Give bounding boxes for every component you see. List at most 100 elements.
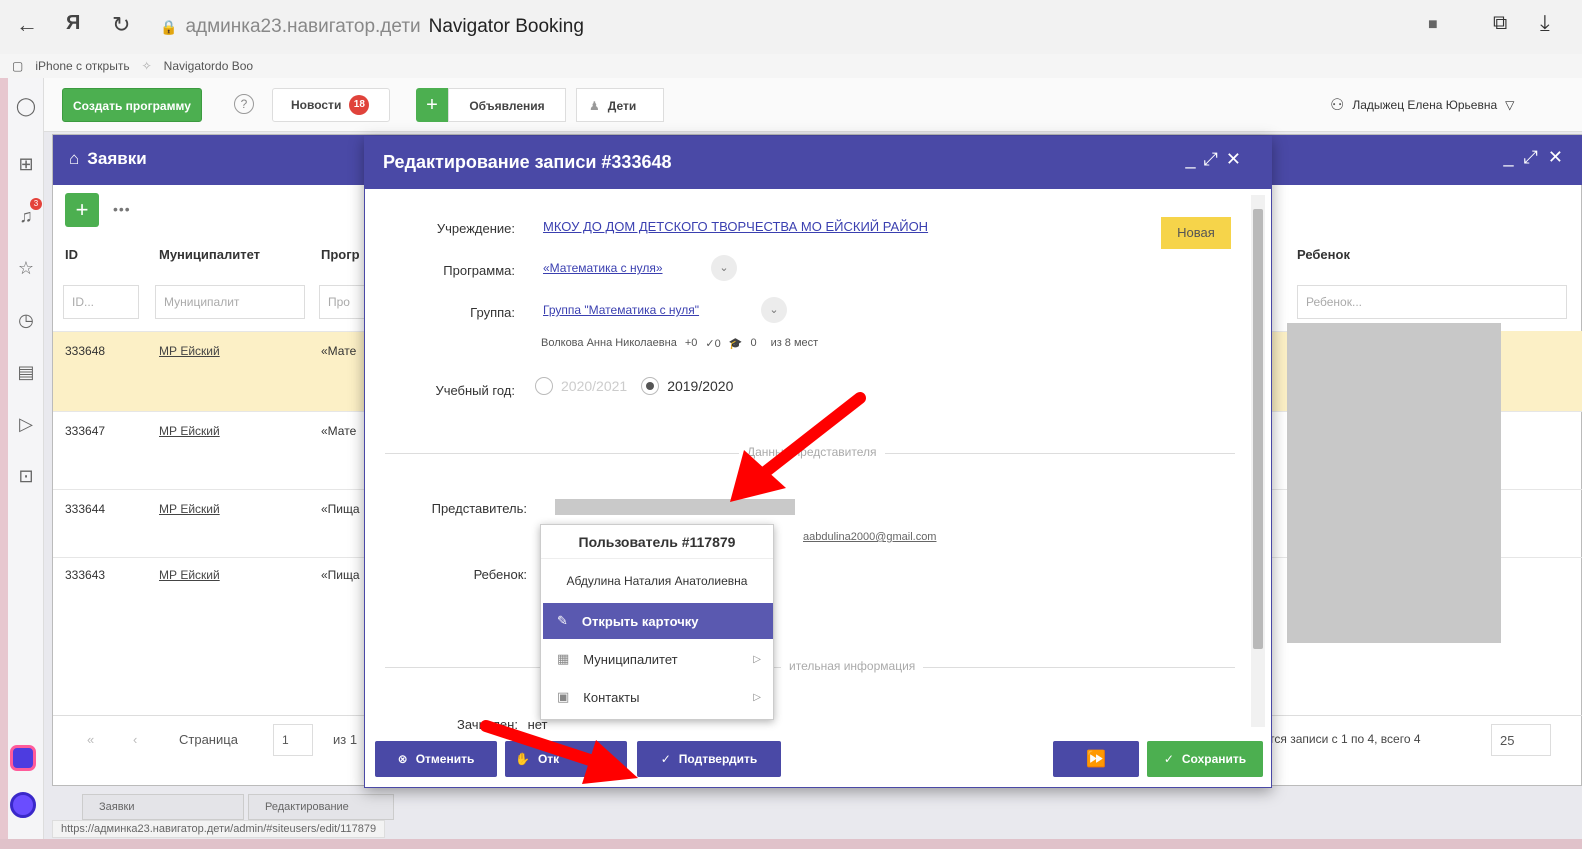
yandex-icon[interactable]: Я [66,12,80,35]
extension-icon[interactable]: ⧉ [1493,12,1507,35]
first-page-icon[interactable]: « [87,732,94,747]
page-icon: ▢ [12,59,24,73]
page-input[interactable]: 1 [273,724,313,756]
modal-scroll-thumb[interactable] [1253,209,1263,649]
task-tab-edit[interactable]: Редактирование [248,794,394,820]
bookmarks-bar: ▢ iPhone с открыть ✧ Navigatordo Boo [0,54,1582,78]
cancel-icon: ⊗ [397,752,408,766]
status-badge: Новая [1161,217,1231,249]
graduation-cap-icon: 🎓 [728,338,743,350]
filter-child-input[interactable]: Ребенок... [1297,285,1567,319]
popup-user-name: Абдулина Наталия Анатолиевна [566,574,748,588]
popup-title: Пользователь #117879 [541,525,773,559]
filter-id-input[interactable]: ID... [63,285,139,319]
open-card-menu-item[interactable]: ✎ Открыть карточку [543,603,773,639]
column-header[interactable]: Прогр [321,247,360,262]
chevron-down-icon[interactable]: ⌄ [761,297,787,323]
reload-icon[interactable]: ↻ [112,12,130,38]
cell-municipality[interactable]: МР Ейский [159,424,220,438]
program-link[interactable]: «Математика с нуля» [543,261,663,275]
contacts-icon: ▣ [557,689,570,704]
enrolled-label: Зачислен: [457,717,518,732]
prev-page-icon[interactable]: ‹ [133,732,137,747]
cell-program[interactable]: «Мате [321,424,356,438]
add-record-button[interactable]: + [65,193,99,227]
confirm-button[interactable]: ✓ Подтвердить [637,741,781,777]
edit-record-modal: Редактирование записи #333648 _⤢✕ Учрежд… [364,136,1272,788]
cell-program[interactable]: «Пища [321,502,360,516]
lock-icon: 🔒 [160,18,178,35]
add-ad-button[interactable]: + [416,88,448,122]
kids-button[interactable]: ♟ Дети [576,88,664,122]
reject-button[interactable]: ✋ Отк [505,741,627,777]
institution-link[interactable]: МКОУ ДО ДОМ ДЕТСКОГО ТВОРЧЕСТВА МО ЕЙСКИ… [543,219,928,234]
next-button[interactable]: ⏩ [1053,741,1139,777]
column-header[interactable]: Ребенок [1297,247,1350,262]
news-button[interactable]: Новости 18 [272,88,390,122]
window-controls[interactable]: _⤢✕ [1504,147,1574,168]
year-option: 2019/2020 [667,378,734,394]
window-taskbar: Заявки Редактирование [52,792,752,820]
more-button[interactable]: ••• [113,201,131,217]
section-extra: ительная информация [781,659,924,673]
save-button[interactable]: ✓ Сохранить [1147,741,1263,777]
cell-program[interactable]: «Пища [321,568,360,582]
bookmark-item[interactable]: Navigatordo Boo [164,59,253,73]
group-label: Группа: [470,305,515,320]
window-title: ⌂ Заявки [69,149,147,169]
star-icon[interactable]: ☆ [12,254,40,282]
task-tab-applications[interactable]: Заявки [82,794,244,820]
app-sidebar: ◯ ⊞ ♫ 3 ☆ ◷ ▤ ▷ ⊡ [8,78,44,839]
group-teacher: Волкова Анна Николаевна [541,337,677,349]
play-icon[interactable]: ▷ [12,410,40,438]
modal-window-controls[interactable]: _⤢✕ [1186,149,1250,170]
records-info: тся записи с 1 по 4, всего 4 [1269,732,1421,746]
user-menu[interactable]: ⚇ Ладыжец Елена Юрьевна ▽ [1330,92,1514,118]
kids-label: Дети [607,99,637,113]
menu-item-label: Муниципалитет [583,651,678,667]
create-program-button[interactable]: Создать программу [62,88,202,122]
contacts-menu-item[interactable]: ▣ Контакты ▷ [543,679,773,715]
cell-program[interactable]: «Мате [321,344,356,358]
bookmark-icon[interactable]: ■ [1428,16,1438,34]
cell-municipality[interactable]: МР Ейский [159,502,220,516]
group-link[interactable]: Группа "Математика с нуля" [543,303,699,317]
cell-municipality[interactable]: МР Ейский [159,344,220,358]
search-doc-icon[interactable]: ⊡ [12,462,40,490]
help-icon[interactable]: ? [234,94,254,114]
representative-email[interactable]: aabdulina2000@gmail.com [803,531,936,543]
column-header[interactable]: ID [65,247,78,262]
column-header[interactable]: Муниципалитет [159,247,260,262]
municipality-menu-item[interactable]: ▦ Муниципалитет ▷ [543,641,773,677]
address-bar[interactable]: 🔒 админка23.навигатор.дети Navigator Boo… [160,12,584,42]
thumbs-down-icon: ✋ [515,752,530,766]
redacted-representative[interactable] [555,499,795,515]
avatar-icon[interactable]: ◯ [12,92,40,120]
year-radio-2020[interactable] [535,377,553,395]
filter-program-input[interactable]: Про [319,285,365,319]
representative-label: Представитель: [431,501,527,516]
group-plus: +0 [684,337,698,349]
apps-icon[interactable]: ⊞ [12,150,40,178]
page-size-select[interactable]: 25 [1491,724,1551,756]
star-icon: ✧ [141,59,152,73]
save-label: Сохранить [1181,752,1247,766]
alice-icon[interactable] [10,745,36,771]
cell-municipality[interactable]: МР Ейский [159,568,220,582]
confirm-label: Подтвердить [678,752,758,766]
alice-assistant-icon[interactable] [10,792,36,818]
chevron-down-icon[interactable]: ⌄ [711,255,737,281]
ads-button[interactable]: Объявления [448,88,566,122]
cancel-button[interactable]: ⊗ Отменить [375,741,497,777]
back-arrow-icon[interactable]: ← [16,12,38,38]
window-title-text: Заявки [87,149,147,168]
institution-label: Учреждение: [436,221,515,236]
bookmark-item[interactable]: iPhone с открыть [35,59,129,73]
download-icon[interactable]: ⤓ [1540,10,1550,36]
browser-topbar: ← Я ↻ 🔒 админка23.навигатор.дети Navigat… [0,0,1582,54]
filter-municipality-input[interactable]: Муниципалит [155,285,305,319]
gallery-icon[interactable]: ▤ [12,358,40,386]
program-label: Программа: [443,263,515,278]
year-radio-2019[interactable] [641,377,660,395]
clock-icon[interactable]: ◷ [12,306,40,334]
